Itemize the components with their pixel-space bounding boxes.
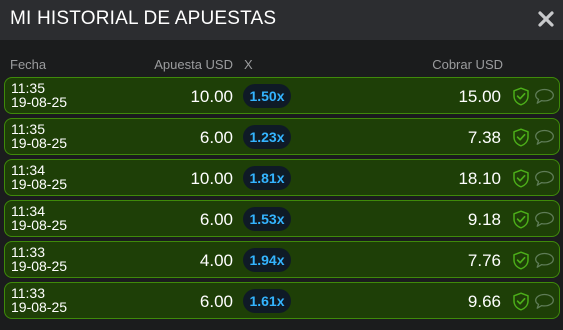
column-header-apuesta: Apuesta USD bbox=[154, 57, 233, 72]
column-header-cobrar: Cobrar USD bbox=[432, 57, 503, 72]
bet-datetime: 11:34 19-08-25 bbox=[11, 204, 67, 232]
chat-bubble-icon[interactable] bbox=[534, 88, 555, 105]
bet-amount: 6.00 bbox=[199, 210, 233, 229]
bet-date: 19-08-25 bbox=[11, 299, 68, 315]
bet-time: 11:35 bbox=[11, 121, 45, 137]
chat-bubble-icon[interactable] bbox=[534, 252, 555, 269]
provably-fair-shield-icon[interactable] bbox=[512, 87, 530, 106]
cashout-amount: 9.66 bbox=[467, 292, 501, 311]
bet-history-modal: MI HISTORIAL DE APUESTAS Fecha Apuesta U… bbox=[0, 0, 563, 330]
bet-amount: 6.00 bbox=[199, 128, 233, 147]
column-header-multiplier: X bbox=[244, 57, 253, 72]
bet-date: 19-08-25 bbox=[11, 217, 68, 233]
provably-fair-shield-icon[interactable] bbox=[512, 210, 530, 229]
cashout-amount: 7.38 bbox=[467, 128, 501, 147]
bet-amount: 10.00 bbox=[190, 87, 233, 106]
chat-bubble-icon[interactable] bbox=[534, 129, 555, 146]
provably-fair-shield-icon[interactable] bbox=[512, 128, 530, 147]
bet-time: 11:33 bbox=[11, 285, 45, 301]
multiplier-badge: 1.50x bbox=[243, 84, 291, 108]
cashout-amount: 7.76 bbox=[467, 251, 501, 270]
cashout-amount: 18.10 bbox=[458, 169, 501, 188]
column-headers: Fecha Apuesta USD X Cobrar USD bbox=[0, 40, 563, 76]
bet-row: 11:33 19-08-25 6.00 1.61x 9.66 bbox=[4, 282, 560, 319]
multiplier-badge: 1.94x bbox=[243, 248, 291, 272]
bet-datetime: 11:33 19-08-25 bbox=[11, 245, 67, 273]
bet-datetime: 11:33 19-08-25 bbox=[11, 286, 67, 314]
bet-amount: 4.00 bbox=[199, 251, 233, 270]
bet-date: 19-08-25 bbox=[11, 258, 68, 274]
modal-title: MI HISTORIAL DE APUESTAS bbox=[10, 8, 277, 29]
multiplier-badge: 1.23x bbox=[243, 125, 291, 149]
bet-date: 19-08-25 bbox=[11, 135, 68, 151]
chat-bubble-icon[interactable] bbox=[534, 211, 555, 228]
bet-date: 19-08-25 bbox=[11, 94, 68, 110]
provably-fair-shield-icon[interactable] bbox=[512, 292, 530, 311]
bet-row: 11:35 19-08-25 6.00 1.23x 7.38 bbox=[4, 118, 560, 155]
cashout-amount: 15.00 bbox=[458, 87, 501, 106]
column-header-fecha: Fecha bbox=[10, 57, 47, 72]
bet-row: 11:34 19-08-25 6.00 1.53x 9.18 bbox=[4, 200, 560, 237]
provably-fair-shield-icon[interactable] bbox=[512, 169, 530, 188]
multiplier-badge: 1.53x bbox=[243, 207, 291, 231]
chat-bubble-icon[interactable] bbox=[534, 170, 555, 187]
modal-header: MI HISTORIAL DE APUESTAS bbox=[0, 0, 563, 40]
bet-datetime: 11:34 19-08-25 bbox=[11, 163, 67, 191]
chat-bubble-icon[interactable] bbox=[534, 293, 555, 310]
bet-amount: 10.00 bbox=[190, 169, 233, 188]
bet-time: 11:35 bbox=[11, 80, 45, 96]
bet-time: 11:34 bbox=[11, 203, 45, 219]
bet-row: 11:35 19-08-25 10.00 1.50x 15.00 bbox=[4, 77, 560, 114]
bet-date: 19-08-25 bbox=[11, 176, 68, 192]
cashout-amount: 9.18 bbox=[467, 210, 501, 229]
bet-datetime: 11:35 19-08-25 bbox=[11, 81, 67, 109]
multiplier-badge: 1.81x bbox=[243, 166, 291, 190]
bet-datetime: 11:35 19-08-25 bbox=[11, 122, 67, 150]
bet-row: 11:34 19-08-25 10.00 1.81x 18.10 bbox=[4, 159, 560, 196]
bet-amount: 6.00 bbox=[199, 292, 233, 311]
provably-fair-shield-icon[interactable] bbox=[512, 251, 530, 270]
close-icon bbox=[538, 11, 554, 27]
bet-history-list: 11:35 19-08-25 10.00 1.50x 15.00 11:35 1… bbox=[4, 77, 560, 323]
close-button[interactable] bbox=[537, 10, 555, 28]
bet-time: 11:33 bbox=[11, 244, 45, 260]
multiplier-badge: 1.61x bbox=[243, 289, 291, 313]
bet-time: 11:34 bbox=[11, 162, 45, 178]
bet-row: 11:33 19-08-25 4.00 1.94x 7.76 bbox=[4, 241, 560, 278]
